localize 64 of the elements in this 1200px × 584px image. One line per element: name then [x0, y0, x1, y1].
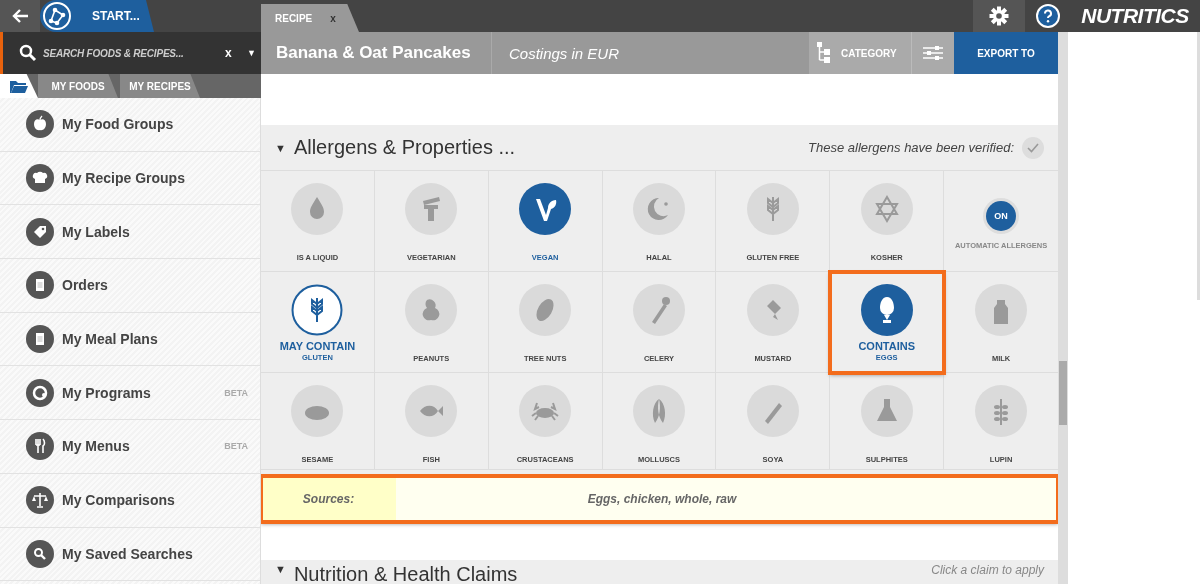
fork-icon — [26, 432, 54, 461]
status-label: MAY CONTAIN — [279, 340, 356, 352]
back-button[interactable] — [0, 0, 40, 32]
search-field[interactable]: SEARCH FOODS & RECIPES... x ▼ — [0, 32, 261, 74]
folder-icon — [10, 79, 28, 93]
sidebar-item[interactable]: My Saved Searches — [0, 527, 260, 582]
sidebar-label: My Comparisons — [62, 492, 176, 509]
tag-icon — [26, 217, 54, 246]
scrollbar-thumb[interactable] — [1059, 361, 1067, 425]
close-tab-button[interactable]: x — [330, 12, 336, 24]
help-icon — [1035, 4, 1060, 28]
apple-icon — [26, 110, 54, 139]
check-icon — [1027, 142, 1039, 153]
collapse-toggle[interactable]: ▼ — [275, 563, 286, 575]
folder-tab[interactable] — [0, 74, 38, 98]
sidebar-item[interactable]: My Food Groups — [0, 98, 260, 152]
start-button[interactable]: START... — [40, 0, 154, 32]
section-title: Allergens & Properties ... — [293, 136, 517, 159]
verified-note: These allergens have been verified: — [808, 140, 1014, 155]
doc-icon — [26, 325, 54, 354]
sidebar-item[interactable]: My Menus BETA — [0, 420, 260, 474]
sidebar-label: My Meal Plans — [62, 331, 159, 348]
clear-search-button[interactable]: x — [225, 46, 241, 60]
recipe-title: Banana & Oat Pancakes — [261, 32, 492, 74]
panel-tab[interactable]: MY FOODS — [38, 74, 118, 98]
panel-tab[interactable]: MY RECIPES — [120, 74, 200, 98]
sidebar-item[interactable]: My Labels — [0, 205, 260, 260]
network-logo-icon — [42, 1, 72, 31]
sidebar-label: My Programs — [62, 384, 152, 401]
search-icon — [19, 44, 37, 62]
sidebar-label: My Labels — [62, 223, 131, 240]
sidebar-item[interactable]: My Meal Plans — [0, 312, 260, 367]
sliders-icon — [923, 46, 943, 60]
sidebar-label: My Menus — [62, 438, 131, 455]
logo-text: NUTRITICS — [1080, 3, 1190, 29]
collapse-toggle[interactable]: ▼ — [275, 141, 286, 154]
sidebar-label: My Saved Searches — [62, 545, 194, 562]
sidebar-label: My Recipe Groups — [62, 170, 186, 187]
ring-icon — [26, 378, 54, 407]
back-arrow-icon — [11, 8, 29, 24]
sources-value: Eggs, chicken, whole, raw — [586, 491, 738, 508]
sidebar-item[interactable]: Orders — [0, 259, 260, 313]
sidebar-label: Orders — [62, 277, 109, 294]
status-label: CONTAINS — [858, 340, 916, 352]
settings-icon — [989, 6, 1009, 26]
export-button[interactable]: EXPORT TO — [954, 32, 1058, 74]
toggle-switch[interactable]: ON — [986, 201, 1017, 231]
beta-label: BETA — [224, 387, 248, 398]
recipe-tab[interactable]: RECIPE x — [261, 4, 359, 32]
sidebar-item[interactable]: My Recipe Groups — [0, 151, 260, 206]
search-icon — [26, 539, 54, 568]
scale-icon — [26, 486, 54, 515]
sources-label: Sources: — [261, 476, 396, 522]
sidebar-item[interactable]: My Programs BETA — [0, 366, 260, 421]
settings-button[interactable] — [973, 0, 1025, 32]
sidebar-label: My Food Groups — [62, 116, 175, 133]
hierarchy-icon — [817, 42, 831, 64]
section-title: Nutrition & Health Claims — [293, 563, 519, 584]
doc-icon — [26, 271, 54, 300]
claims-hint: Click a claim to apply — [931, 563, 1044, 577]
beta-label: BETA — [224, 441, 248, 452]
hat-icon — [26, 164, 54, 193]
sidebar-item[interactable]: My Comparisons — [0, 473, 260, 528]
dropdown-button[interactable]: ▼ — [247, 48, 261, 58]
